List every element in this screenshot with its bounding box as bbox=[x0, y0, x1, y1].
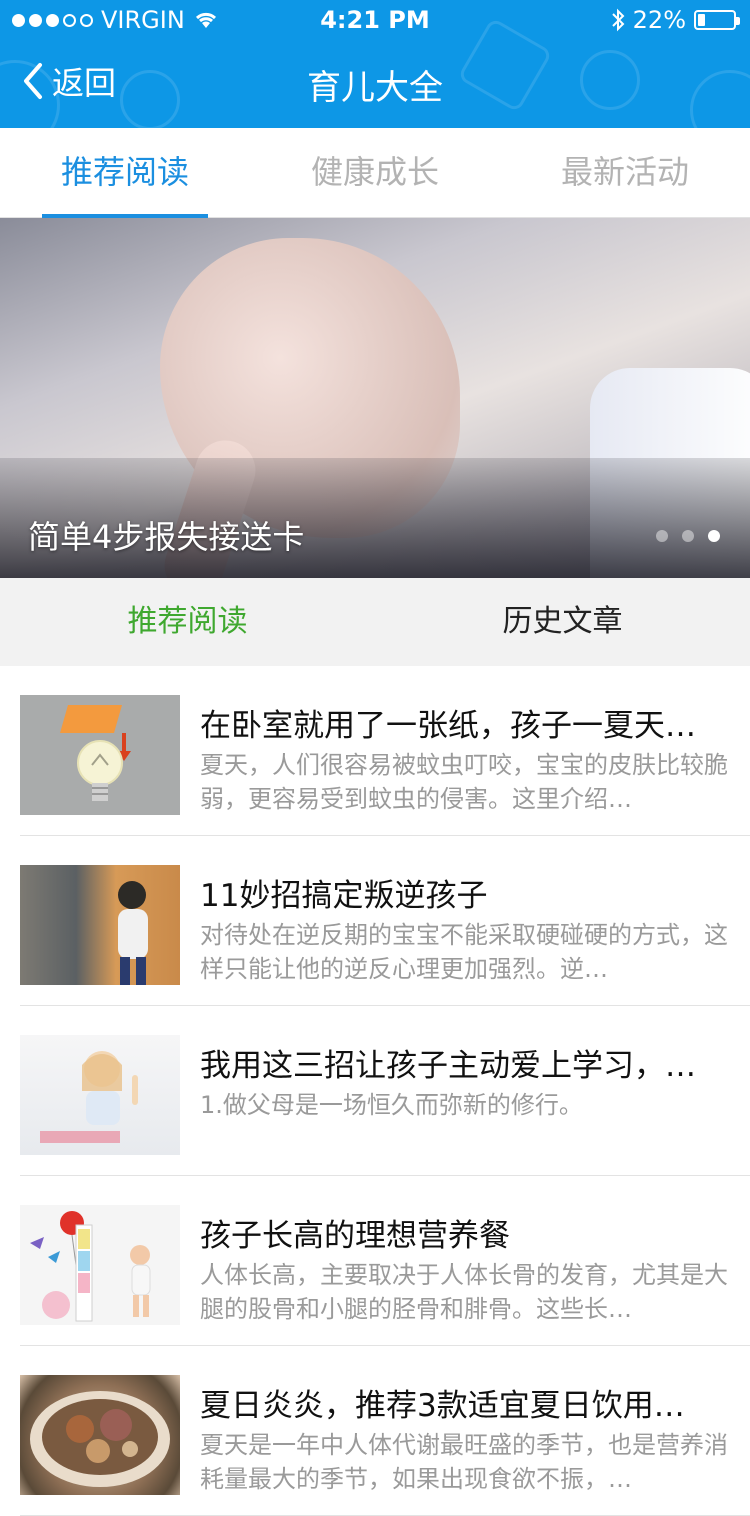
article-summary: 夏天，人们很容易被蚊虫叮咬，宝宝的皮肤比较脆弱，更容易受到蚊虫的侵害。这里介绍… bbox=[200, 751, 728, 813]
pager-dot[interactable] bbox=[656, 530, 668, 542]
article-title: 我用这三招让孩子主动爱上学习，… bbox=[200, 1048, 696, 1084]
growth-chart-icon bbox=[30, 1211, 151, 1322]
subtab-history[interactable]: 历史文章 bbox=[375, 578, 750, 666]
app-header: VIRGIN 4:21 PM 22% 返回 育儿大全 bbox=[0, 0, 750, 128]
article-summary: 夏天是一年中人体代谢最旺盛的季节，也是营养消耗量最大的季节，如果出现食欲不振，… bbox=[200, 1431, 728, 1493]
battery-percent: 22% bbox=[632, 6, 686, 34]
pager-dot-active[interactable] bbox=[708, 530, 720, 542]
article-summary: 1.做父母是一场恒久而弥新的修行。 bbox=[200, 1091, 583, 1119]
list-item[interactable]: 我用这三招让孩子主动爱上学习，… 1.做父母是一场恒久而弥新的修行。 bbox=[20, 1006, 750, 1176]
list-item[interactable]: 11妙招搞定叛逆孩子 对待处在逆反期的宝宝不能采取硬碰硬的方式，这样只能让他的逆… bbox=[20, 836, 750, 1006]
banner-carousel[interactable]: 简单4步报失接送卡 bbox=[0, 218, 750, 578]
child-photo-icon bbox=[118, 881, 148, 985]
soup-bowl-icon bbox=[30, 1391, 170, 1487]
article-thumbnail bbox=[20, 865, 180, 985]
battery-icon bbox=[694, 10, 740, 30]
article-summary: 人体长高，主要取决于人体长骨的发育，尤其是大腿的股骨和小腿的胫骨和腓骨。这些长… bbox=[200, 1261, 728, 1323]
banner-caption: 简单4步报失接送卡 bbox=[28, 518, 305, 556]
list-item[interactable]: 夏日炎炎，推荐3款适宜夏日饮用… 夏天是一年中人体代谢最旺盛的季节，也是营养消耗… bbox=[20, 1346, 750, 1516]
article-thumbnail bbox=[20, 1375, 180, 1495]
article-subtabs: 推荐阅读 历史文章 bbox=[0, 578, 750, 666]
article-title: 孩子长高的理想营养餐 bbox=[200, 1218, 510, 1254]
article-thumbnail bbox=[20, 1035, 180, 1155]
article-thumbnail bbox=[20, 1205, 180, 1325]
list-item[interactable]: 在卧室就用了一张纸，孩子一夏天… 夏天，人们很容易被蚊虫叮咬，宝宝的皮肤比较脆弱… bbox=[20, 666, 750, 836]
page-title: 育儿大全 bbox=[307, 68, 443, 108]
tab-recommended[interactable]: 推荐阅读 bbox=[0, 128, 250, 218]
article-title: 夏日炎炎，推荐3款适宜夏日饮用… bbox=[200, 1388, 685, 1424]
battery-area: 22% bbox=[611, 6, 740, 34]
carousel-pager bbox=[656, 530, 720, 542]
subtab-recommended[interactable]: 推荐阅读 bbox=[0, 578, 375, 666]
article-summary: 对待处在逆反期的宝宝不能采取硬碰硬的方式，这样只能让他的逆反心理更加强烈。逆… bbox=[200, 921, 728, 983]
article-title: 在卧室就用了一张纸，孩子一夏天… bbox=[200, 708, 696, 744]
tab-healthy-growth[interactable]: 健康成长 bbox=[250, 128, 500, 217]
child-studying-icon bbox=[40, 1051, 138, 1143]
article-title: 11妙招搞定叛逆孩子 bbox=[200, 878, 488, 914]
tab-latest-events[interactable]: 最新活动 bbox=[500, 128, 750, 217]
pager-dot[interactable] bbox=[682, 530, 694, 542]
category-tabs: 推荐阅读 健康成长 最新活动 bbox=[0, 128, 750, 218]
list-item[interactable]: 孩子长高的理想营养餐 人体长高，主要取决于人体长骨的发育，尤其是大腿的股骨和小腿… bbox=[20, 1176, 750, 1346]
navigation-bar: 返回 育儿大全 bbox=[0, 44, 750, 120]
lightbulb-icon bbox=[60, 705, 131, 801]
article-thumbnail bbox=[20, 695, 180, 815]
bluetooth-icon bbox=[611, 8, 625, 32]
status-bar: VIRGIN 4:21 PM 22% bbox=[0, 0, 750, 40]
battery-level bbox=[698, 14, 705, 26]
